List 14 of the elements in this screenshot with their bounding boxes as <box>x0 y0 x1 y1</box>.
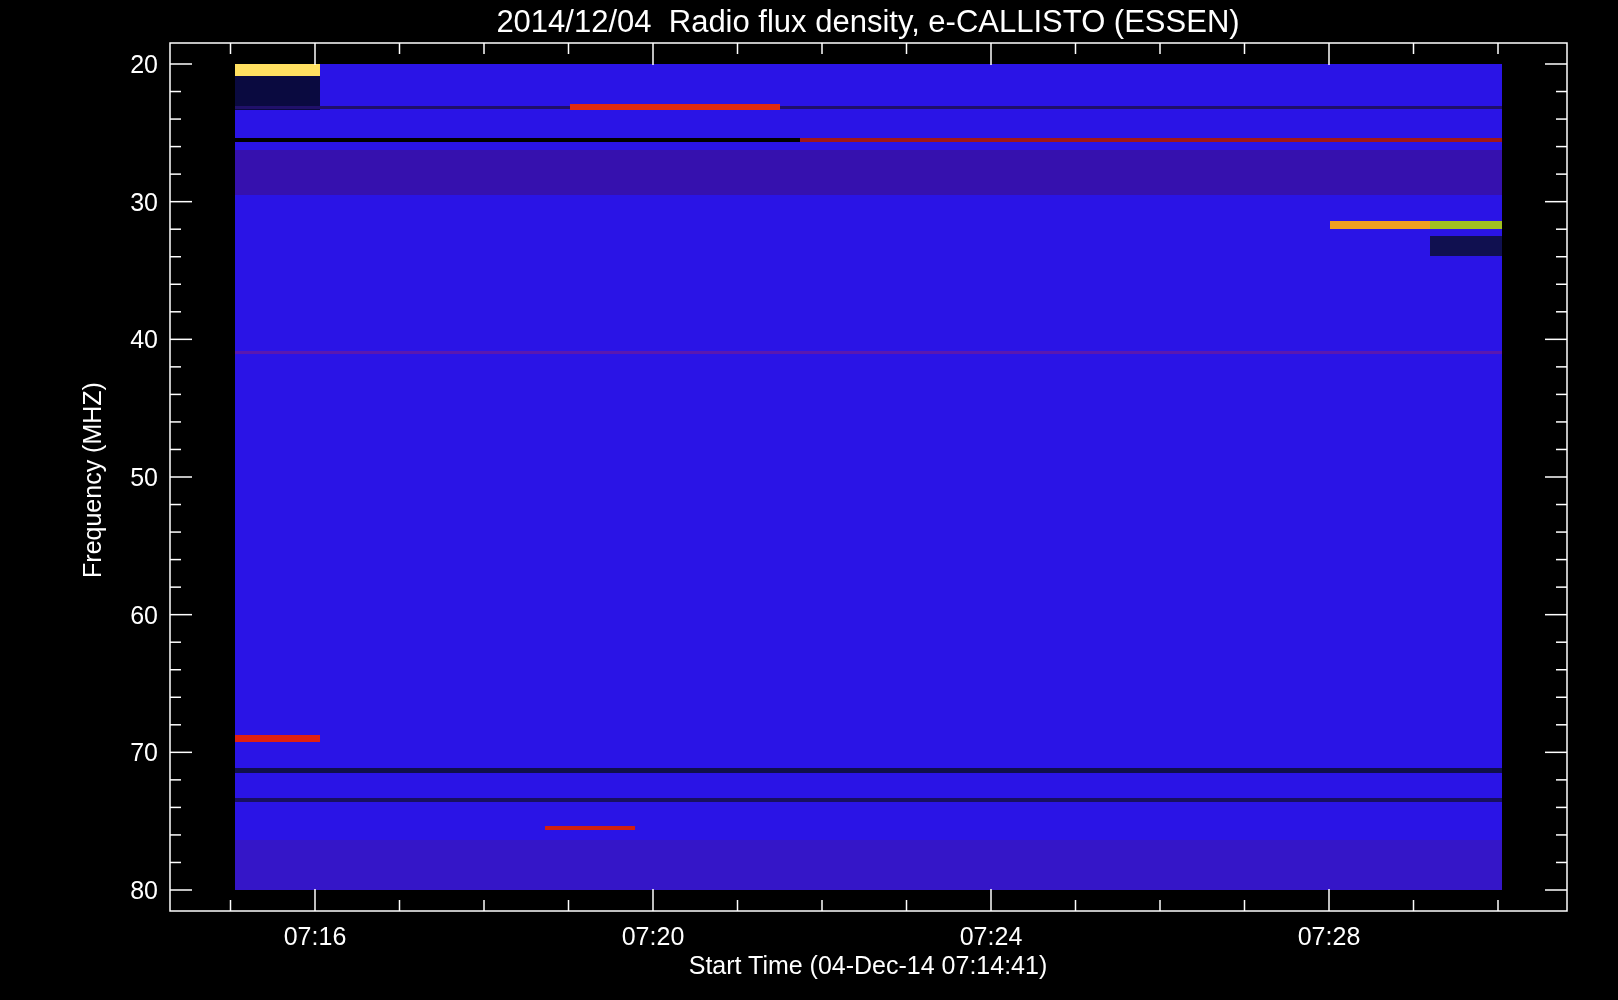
y-tick-label: 70 <box>130 738 158 767</box>
x-tick-label: 07:20 <box>621 922 685 950</box>
x-tick-label: 07:24 <box>959 922 1023 950</box>
y-tick-label: 80 <box>130 876 158 904</box>
x-tick-label: 07:16 <box>283 922 347 950</box>
x-tick-label: 07:28 <box>1297 922 1361 950</box>
y-tick-label: 30 <box>130 187 158 216</box>
y-axis-label: Frequency (MHZ) <box>78 382 106 578</box>
y-tick-label: 20 <box>130 50 158 78</box>
y-tick-label: 50 <box>130 463 158 491</box>
y-tick-label: 60 <box>130 600 158 629</box>
x-axis-label: Start Time (04-Dec-14 07:14:41) <box>688 951 1048 979</box>
y-tick-label: 40 <box>130 325 158 354</box>
chart-title: 2014/12/04 Radio flux density, e-CALLISTO (ESSEN) <box>496 4 1240 39</box>
